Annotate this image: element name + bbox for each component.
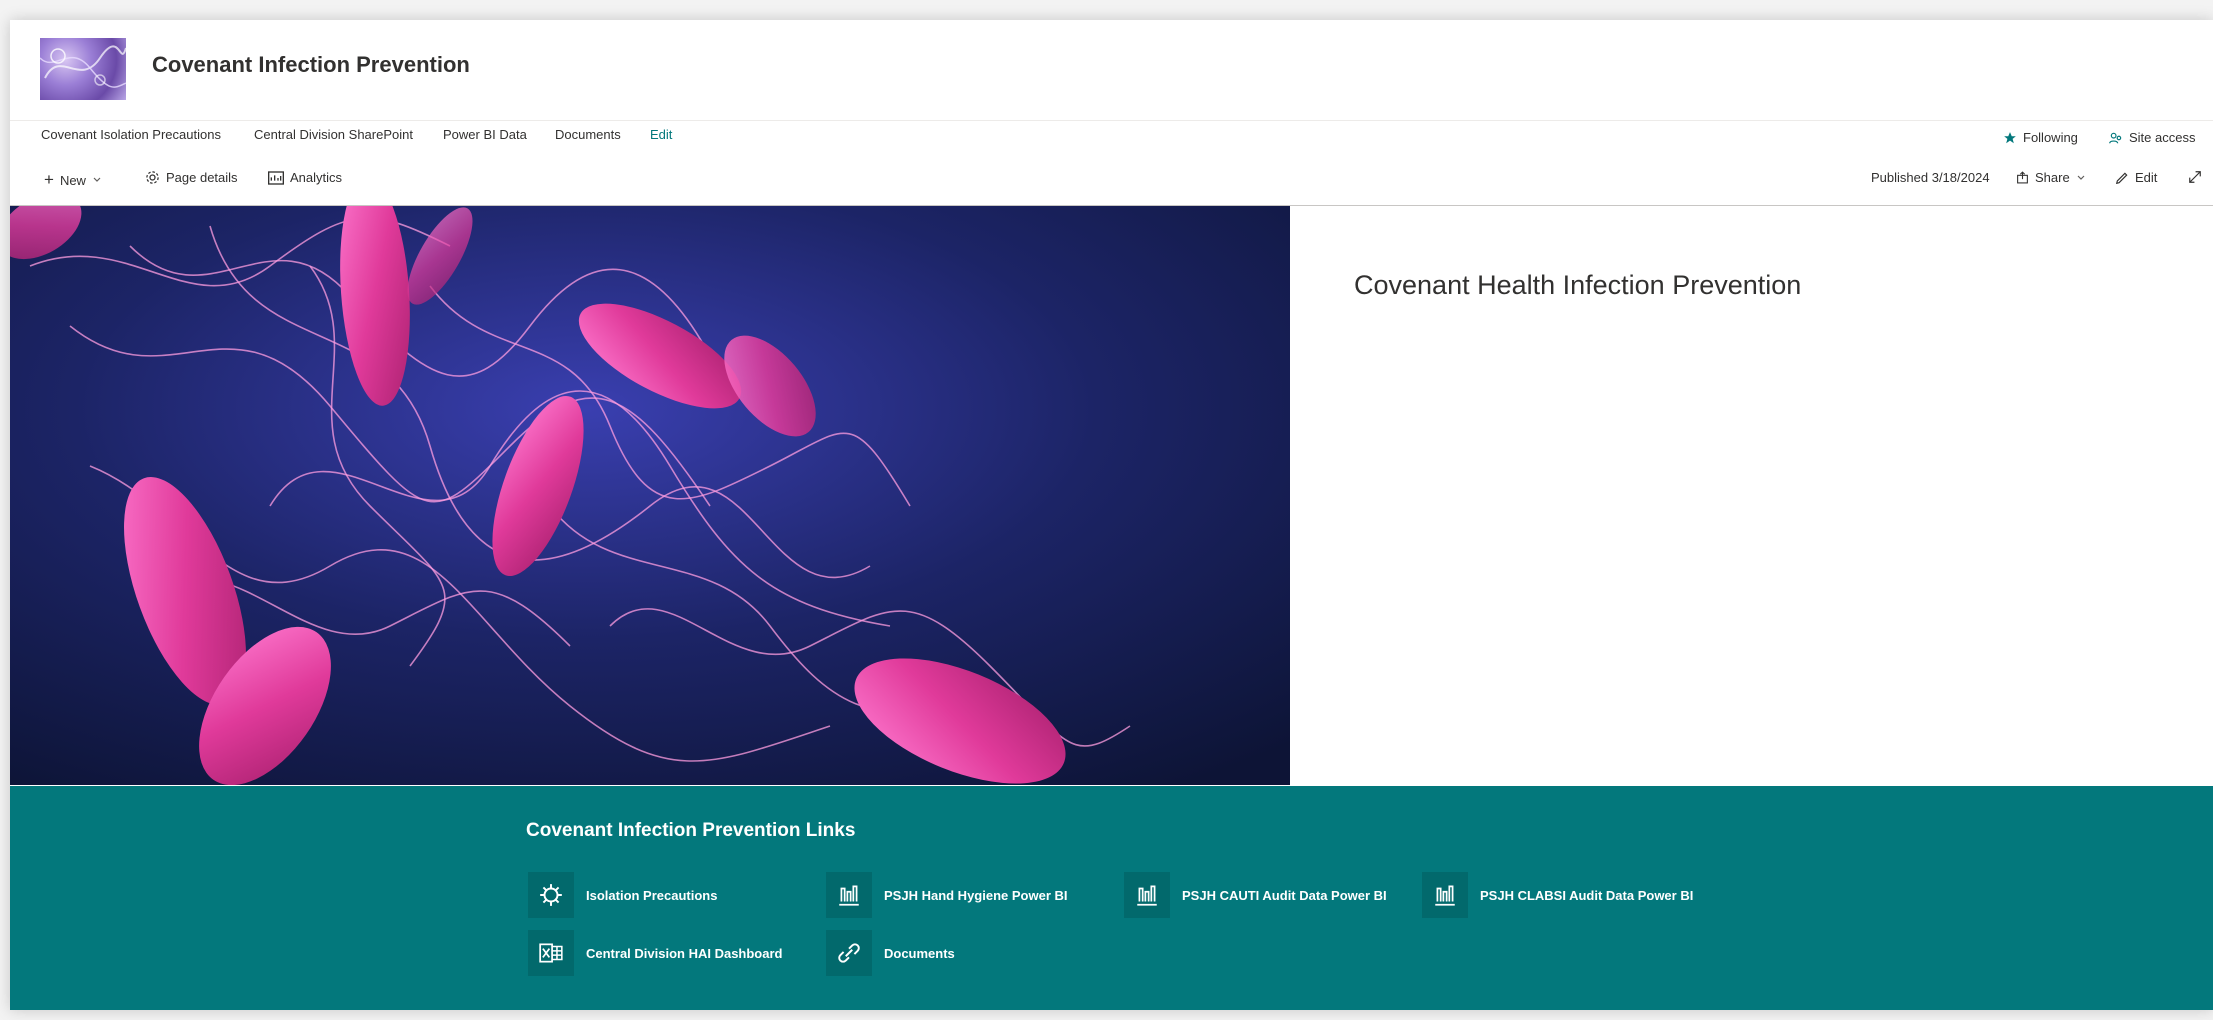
people-icon: [2109, 132, 2122, 144]
share-button[interactable]: Share: [2016, 170, 2086, 185]
quick-link-label: Isolation Precautions: [586, 887, 718, 903]
site-logo[interactable]: [40, 38, 126, 100]
bar-chart-icon: [1422, 872, 1468, 918]
nav-item-power-bi[interactable]: Power BI Data: [443, 127, 527, 142]
analytics-icon: [268, 170, 284, 185]
plus-icon: +: [44, 170, 54, 189]
quick-link-cauti-audit[interactable]: PSJH CAUTI Audit Data Power BI: [1124, 872, 1387, 918]
chevron-down-icon: [2077, 175, 2085, 180]
new-button[interactable]: + New: [44, 170, 102, 190]
quick-link-label: Documents: [884, 945, 955, 961]
published-status: Published 3/18/2024: [1871, 170, 1990, 185]
nav-item-isolation-precautions[interactable]: Covenant Isolation Precautions: [41, 127, 221, 142]
analytics-label: Analytics: [290, 170, 343, 185]
gear-icon: [146, 171, 159, 184]
quick-link-clabsi-audit[interactable]: PSJH CLABSI Audit Data Power BI: [1422, 872, 1693, 918]
link-icon: [826, 930, 872, 976]
share-label: Share: [2035, 170, 2070, 185]
hero-title: Covenant Health Infection Prevention: [1354, 270, 1802, 300]
pencil-icon: [2115, 172, 2128, 184]
following-label: Following: [2023, 130, 2078, 145]
bar-chart-icon: [826, 872, 872, 918]
expand-button[interactable]: [2188, 170, 2202, 184]
bar-chart-icon: [1124, 872, 1170, 918]
quick-link-label: PSJH CLABSI Audit Data Power BI: [1480, 887, 1694, 903]
quick-links-title: Covenant Infection Prevention Links: [526, 820, 856, 841]
hero-image: [10, 206, 1290, 785]
virus-icon: [528, 872, 574, 918]
published-label: Published 3/18/2024: [1871, 170, 1990, 185]
share-icon: [2017, 171, 2028, 184]
edit-page-button[interactable]: Edit: [2115, 170, 2157, 185]
page-details-label: Page details: [166, 170, 238, 185]
quick-link-label: PSJH CAUTI Audit Data Power BI: [1182, 887, 1387, 903]
excel-icon: [528, 930, 574, 976]
quick-link-hand-hygiene[interactable]: PSJH Hand Hygiene Power BI: [826, 872, 1068, 918]
new-label: New: [59, 172, 86, 188]
nav-item-central-division[interactable]: Central Division SharePoint: [254, 127, 413, 142]
site-header: Covenant Infection Prevention: [10, 20, 2213, 121]
chevron-down-icon: [93, 177, 101, 182]
nav-edit-link[interactable]: Edit: [650, 127, 672, 142]
quick-link-label: PSJH Hand Hygiene Power BI: [884, 887, 1068, 903]
edit-page-label: Edit: [2135, 170, 2158, 185]
site-access-button[interactable]: Site access: [2109, 130, 2195, 145]
quick-link-hai-dashboard[interactable]: Central Division HAI Dashboard: [528, 930, 782, 976]
quick-link-isolation-precautions[interactable]: Isolation Precautions: [528, 872, 717, 918]
quick-links-section: [10, 786, 2213, 1010]
expand-icon: [2189, 171, 2201, 183]
quick-link-documents[interactable]: Documents: [826, 930, 955, 976]
analytics-button[interactable]: Analytics: [268, 170, 342, 185]
page-details-button[interactable]: Page details: [145, 170, 238, 185]
sharepoint-page: Covenant Infection Prevention Covenant I…: [10, 20, 2213, 1010]
quick-link-label: Central Division HAI Dashboard: [586, 945, 783, 961]
site-title[interactable]: Covenant Infection Prevention: [152, 52, 470, 78]
nav-item-documents[interactable]: Documents: [555, 127, 621, 142]
star-icon: [2004, 131, 2016, 143]
following-button[interactable]: Following: [2003, 130, 2078, 145]
site-access-label: Site access: [2129, 130, 2196, 145]
